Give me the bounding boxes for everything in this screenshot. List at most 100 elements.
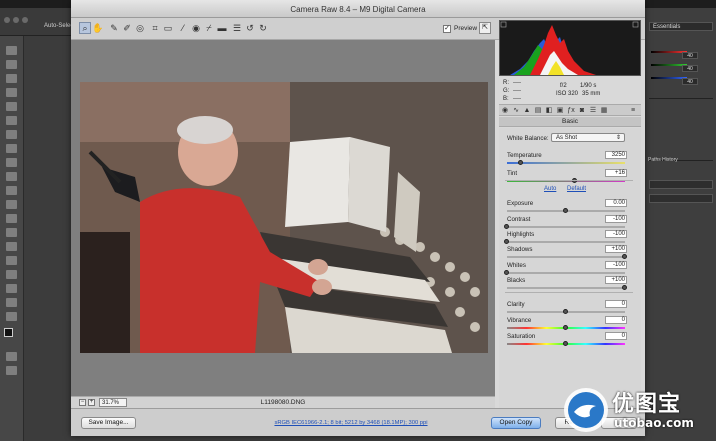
whites-slider-thumb[interactable] [504, 270, 509, 275]
zoom-dot-icon[interactable] [22, 17, 28, 23]
panel-menu-icon[interactable]: ≡ [629, 107, 637, 115]
close-dot-icon[interactable] [4, 17, 10, 23]
auto-link[interactable]: Auto [544, 186, 556, 192]
highlights-value[interactable]: -100 [605, 230, 627, 238]
exposure-value[interactable]: 0.00 [605, 199, 627, 207]
blacks-value[interactable]: +100 [605, 276, 627, 284]
rotate-left-icon[interactable]: ↺ [244, 22, 256, 34]
minimize-dot-icon[interactable] [13, 17, 19, 23]
healing-tool-icon[interactable] [6, 130, 17, 139]
history-brush-icon[interactable] [6, 172, 17, 181]
lasso-tool-icon[interactable] [6, 74, 17, 83]
lens-tab-icon[interactable]: ▣ [556, 107, 564, 115]
hsl-tab-icon[interactable]: ▤ [534, 107, 542, 115]
fullscreen-icon[interactable]: ⇱ [479, 22, 491, 34]
temperature-slider[interactable] [507, 162, 625, 164]
photo-preview[interactable] [80, 82, 488, 353]
clarity-label: Clarity [507, 301, 525, 308]
marquee-tool-icon[interactable] [6, 60, 17, 69]
eraser-tool-icon[interactable] [6, 186, 17, 195]
pen-tool-icon[interactable] [6, 242, 17, 251]
tools-panel [0, 36, 24, 441]
white-balance-select[interactable]: As Shot ⇕ [551, 133, 625, 142]
shadows-slider[interactable] [507, 256, 625, 258]
organist-photo [80, 82, 488, 353]
preferences-icon[interactable]: ☰ [231, 22, 243, 34]
clarity-slider-thumb[interactable] [563, 309, 568, 314]
adjustment-brush-icon[interactable]: ⌿ [203, 22, 215, 34]
save-image-button[interactable]: Save Image... [81, 417, 136, 429]
image-preview-area[interactable] [71, 40, 495, 396]
brush-tool-icon[interactable] [6, 144, 17, 153]
vibrance-slider-thumb[interactable] [563, 325, 568, 330]
open-copy-button[interactable]: Open Copy [491, 417, 541, 429]
snapshots-tab-icon[interactable]: ▦ [600, 107, 608, 115]
paths-history-tabs[interactable]: Paths History [648, 157, 678, 163]
targeted-adjustment-icon[interactable]: ◎ [134, 22, 146, 34]
camera-calibration-tab-icon[interactable]: ◙ [578, 107, 586, 115]
spot-removal-icon[interactable]: ⁄ [177, 22, 189, 34]
default-link[interactable]: Default [567, 186, 586, 192]
highlights-slider-thumb[interactable] [504, 239, 509, 244]
straighten-tool-icon[interactable]: ▭ [162, 22, 174, 34]
presets-tab-icon[interactable]: ☰ [589, 107, 597, 115]
blacks-slider-thumb[interactable] [622, 285, 627, 290]
exposure-slider-thumb[interactable] [563, 208, 568, 213]
white-balance-tool-icon[interactable]: ✎ [108, 22, 120, 34]
opacity-field[interactable] [649, 180, 713, 189]
whites-slider[interactable] [507, 272, 625, 274]
color-sampler-tool-icon[interactable]: ✐ [121, 22, 133, 34]
quick-mask-icon[interactable] [6, 352, 17, 361]
highlights-slider[interactable] [507, 241, 625, 243]
temperature-slider-thumb[interactable] [518, 160, 524, 165]
detail-tab-icon[interactable]: ▲ [523, 107, 531, 115]
shadows-value[interactable]: +100 [605, 245, 627, 253]
blue-value[interactable]: 40 [682, 78, 698, 85]
zoom-tool-icon[interactable] [6, 312, 17, 321]
contrast-slider-thumb[interactable] [504, 224, 509, 229]
temperature-value[interactable]: 3250 [605, 151, 627, 159]
dialog-footer: Save Image... sRGB IEC61966-2.1; 8 bit; … [71, 408, 645, 436]
contrast-slider[interactable] [507, 226, 625, 228]
whites-value[interactable]: -100 [605, 261, 627, 269]
effects-tab-icon[interactable]: ƒx [567, 107, 575, 115]
preview-checkbox[interactable]: ✓ [443, 25, 451, 33]
clarity-value[interactable]: 0 [605, 300, 627, 308]
type-tool-icon[interactable] [6, 256, 17, 265]
hand-tool-icon[interactable] [6, 298, 17, 307]
gradient-tool-icon[interactable] [6, 200, 17, 209]
saturation-slider-thumb[interactable] [563, 341, 568, 346]
stamp-tool-icon[interactable] [6, 158, 17, 167]
split-toning-tab-icon[interactable]: ◧ [545, 107, 553, 115]
basic-tab-icon[interactable]: ◉ [501, 107, 509, 115]
vibrance-value[interactable]: 0 [605, 316, 627, 324]
saturation-value[interactable]: 0 [605, 332, 627, 340]
tint-value[interactable]: +16 [605, 169, 627, 177]
path-select-icon[interactable] [6, 270, 17, 279]
workflow-options-link[interactable]: sRGB IEC61966-2.1; 8 bit; 5212 by 3468 (… [251, 420, 451, 426]
red-eye-icon[interactable]: ◉ [190, 22, 202, 34]
graduated-filter-icon[interactable]: ▬ [216, 22, 228, 34]
blur-tool-icon[interactable] [6, 214, 17, 223]
fill-field[interactable] [649, 194, 713, 203]
eyedropper-tool-icon[interactable] [6, 116, 17, 125]
tone-curve-tab-icon[interactable]: ∿ [512, 107, 520, 115]
dodge-tool-icon[interactable] [6, 228, 17, 237]
foreground-color-swatch[interactable] [4, 328, 13, 337]
shadows-slider-thumb[interactable] [622, 254, 627, 259]
workspace-select[interactable]: Essentials [649, 22, 713, 31]
move-tool-icon[interactable] [6, 46, 17, 55]
shadows-label: Shadows [507, 246, 533, 253]
red-value[interactable]: 40 [682, 52, 698, 59]
blacks-slider[interactable] [507, 287, 625, 289]
green-value[interactable]: 40 [682, 65, 698, 72]
rotate-right-icon[interactable]: ↻ [257, 22, 269, 34]
crop-tool-icon[interactable]: ⌗ [149, 22, 161, 34]
shape-tool-icon[interactable] [6, 284, 17, 293]
zoom-tool-icon[interactable]: ⌕ [79, 22, 91, 34]
screen-mode-icon[interactable] [6, 366, 17, 375]
quick-select-tool-icon[interactable] [6, 88, 17, 97]
crop-tool-icon[interactable] [6, 102, 17, 111]
contrast-value[interactable]: -100 [605, 215, 627, 223]
hand-tool-icon[interactable]: ✋ [92, 22, 104, 34]
